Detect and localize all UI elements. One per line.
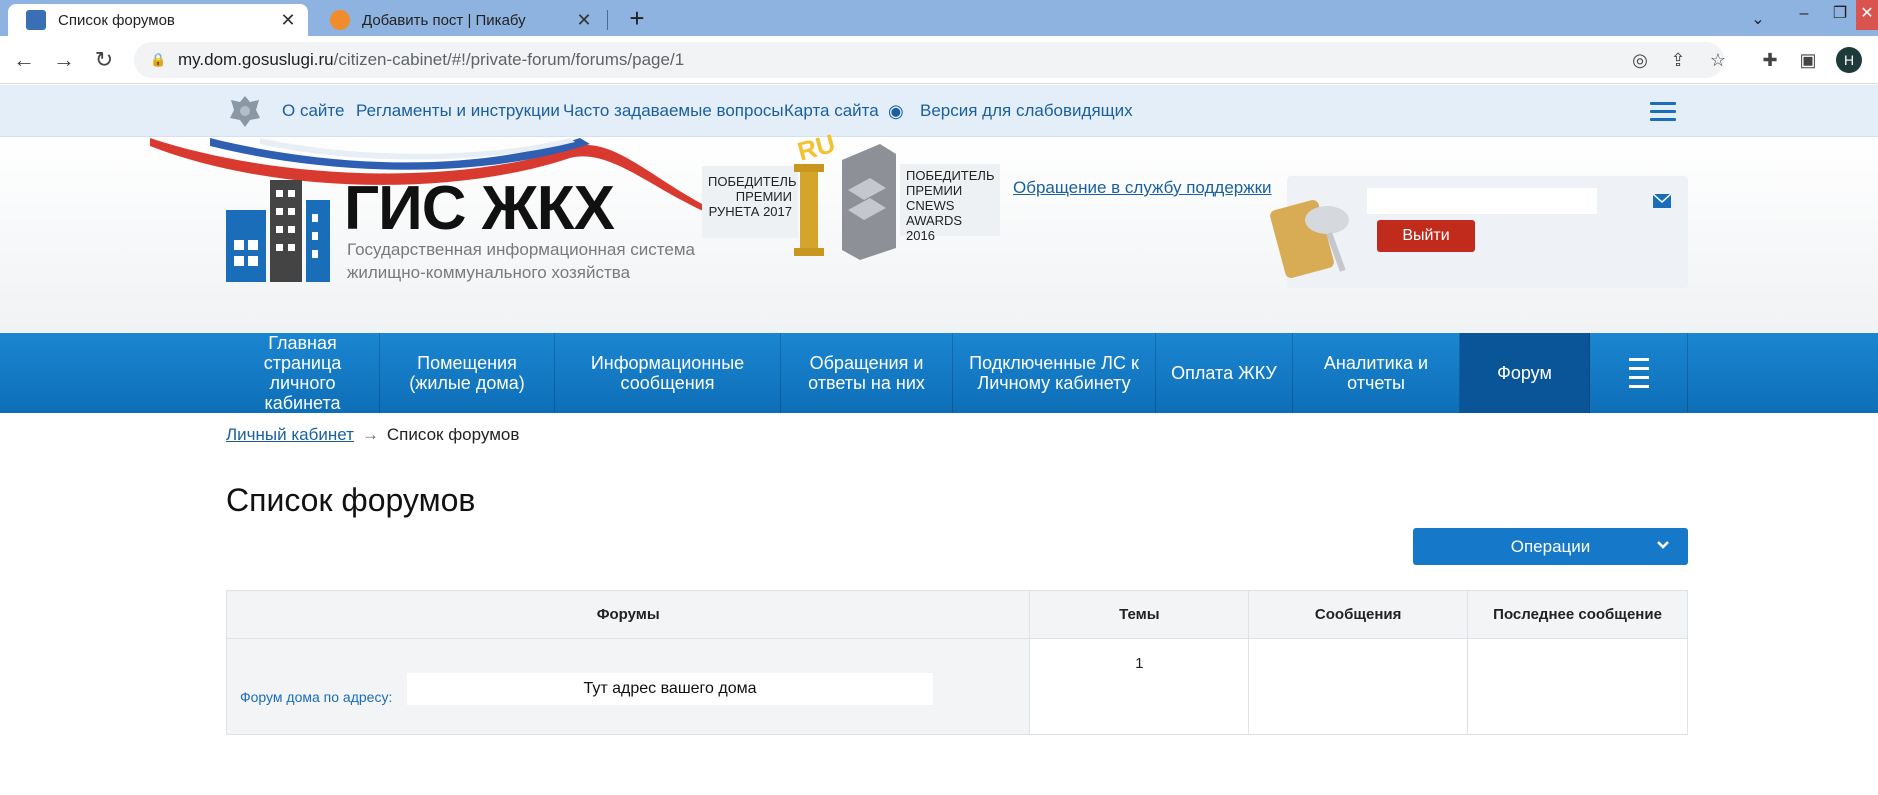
operations-label: Операции [1510,536,1591,556]
main-navigation: Главная страница личного кабинета Помеще… [0,333,1878,413]
side-panel-icon[interactable]: ▣ [1796,48,1820,72]
nav-item-info-messages[interactable]: Информационные сообщения [555,333,781,413]
browser-tab-bar: Список форумов ✕ Добавить пост | Пикабу … [0,0,1878,36]
award-ru-text: RU [794,130,838,167]
close-icon[interactable]: ✕ [574,10,594,31]
table-row[interactable]: Форум дома по адресу: Тут адрес вашего д… [225,638,1688,735]
topics-count: 1 [1029,638,1250,735]
user-name-box [1367,188,1597,214]
link-regulations[interactable]: Регламенты и инструкции [356,101,560,121]
browser-address-bar: ← → ↻ 🔒 my.dom.gosuslugi.ru/citizen-cabi… [0,36,1878,84]
link-about[interactable]: О сайте [282,101,344,121]
nav-item-home[interactable]: Главная страница личного кабинета [226,333,380,413]
minimize-icon[interactable]: – [1784,0,1824,30]
keys-icon [1270,200,1349,278]
gis-favicon-icon [26,10,46,30]
nav-more-menu-icon[interactable] [1590,333,1688,413]
tab-search-chevron-icon[interactable]: ⌄ [1738,6,1778,36]
share-icon[interactable]: ⇪ [1666,48,1690,72]
site-header: ГИС ЖКХ Государственная информационная с… [0,130,1878,333]
user-panel: Выйти [1270,176,1688,288]
restore-icon[interactable]: ❐ [1820,0,1860,30]
logo-subtitle-line1: Государственная информационная система [347,240,695,259]
eye-off-icon[interactable]: ◎ [1628,48,1652,72]
award-cnews: ПОБЕДИТЕЛЬ ПРЕМИИ CNEWS AWARDS 2016 [900,164,1000,243]
breadcrumb-current: Список форумов [386,425,520,444]
logo-subtitle-line2: жилищно-коммунального хозяйства [347,263,631,282]
breadcrumb-arrow: → [361,425,379,444]
mail-icon[interactable] [1653,194,1671,208]
profile-avatar[interactable]: H [1836,47,1862,73]
nav-item-accounts[interactable]: Подключенные ЛС к Личному кабинету [953,333,1156,413]
column-header-topics: Темы [1029,590,1250,639]
extensions-icon[interactable]: ✚ [1758,48,1782,72]
pikabu-favicon-icon [330,10,350,30]
nav-item-premises[interactable]: Помещения (жилые дома) [380,333,555,413]
eye-icon[interactable]: ◉ [888,101,904,122]
url-domain: my.dom.gosuslugi.ru [178,50,334,69]
column-header-messages: Сообщения [1248,590,1469,639]
logo-title: ГИС ЖКХ [344,174,615,243]
close-icon[interactable]: ✕ [278,10,298,31]
link-faq[interactable]: Часто задаваемые вопросы [563,101,784,121]
tab-forum-list[interactable]: Список форумов ✕ [8,4,308,36]
gis-logo-building-icon [226,180,330,282]
support-link[interactable]: Обращение в службу поддержки [1013,178,1272,198]
link-accessibility[interactable]: Версия для слабовидящих [920,101,1133,121]
operations-button[interactable]: Операции [1413,528,1688,565]
menu-burger-icon[interactable] [1650,102,1676,122]
award-trophies-icon: RU [794,130,896,260]
forums-table: Форумы Темы Сообщения Последнее сообщени… [225,590,1688,735]
table-header-row: Форумы Темы Сообщения Последнее сообщени… [225,590,1688,639]
link-sitemap[interactable]: Карта сайта [784,101,879,121]
site-top-bar: О сайте Регламенты и инструкции Часто за… [0,85,1878,137]
column-header-last-message: Последнее сообщение [1467,590,1688,639]
breadcrumb-link-cabinet[interactable]: Личный кабинет [226,425,354,444]
column-header-forums: Форумы [225,590,1031,639]
back-icon[interactable]: ← [10,46,38,74]
forum-link[interactable]: Форум дома по адресу: [240,689,392,705]
tab-title: Добавить пост | Пикабу [362,11,526,29]
forum-cell: Форум дома по адресу: Тут адрес вашего д… [225,638,1031,735]
forum-address: Тут адрес вашего дома [407,673,933,705]
nav-item-forum[interactable]: Форум [1460,333,1590,413]
russian-emblem-icon [230,96,260,127]
award-runet: ПОБЕДИТЕЛЬ ПРЕМИИ РУНЕТА 2017 [702,166,798,238]
nav-item-appeals[interactable]: Обращения и ответы на них [781,333,953,413]
last-message [1467,638,1688,735]
tab-pikabu[interactable]: Добавить пост | Пикабу ✕ [312,4,604,36]
reload-icon[interactable]: ↻ [90,46,118,74]
chevron-down-icon [1657,541,1669,549]
bookmark-star-icon[interactable]: ☆ [1706,48,1730,72]
new-tab-button[interactable]: + [622,4,652,32]
close-window-icon[interactable]: ✕ [1856,0,1878,30]
nav-item-analytics[interactable]: Аналитика и отчеты [1293,333,1460,413]
url-field[interactable]: 🔒 my.dom.gosuslugi.ru/citizen-cabinet/#!… [134,42,1724,78]
logout-button[interactable]: Выйти [1377,220,1475,252]
tab-title: Список форумов [58,11,175,29]
forward-icon[interactable]: → [50,46,78,74]
page-title: Список форумов [226,482,476,518]
url-path: /citizen-cabinet/#!/private-forum/forums… [333,50,685,69]
nav-item-payment[interactable]: Оплата ЖКУ [1156,333,1293,413]
messages-count [1248,638,1469,735]
lock-icon: 🔒 [150,52,167,67]
tab-separator [607,10,608,30]
breadcrumb: Личный кабинет → Список форумов [226,425,519,445]
